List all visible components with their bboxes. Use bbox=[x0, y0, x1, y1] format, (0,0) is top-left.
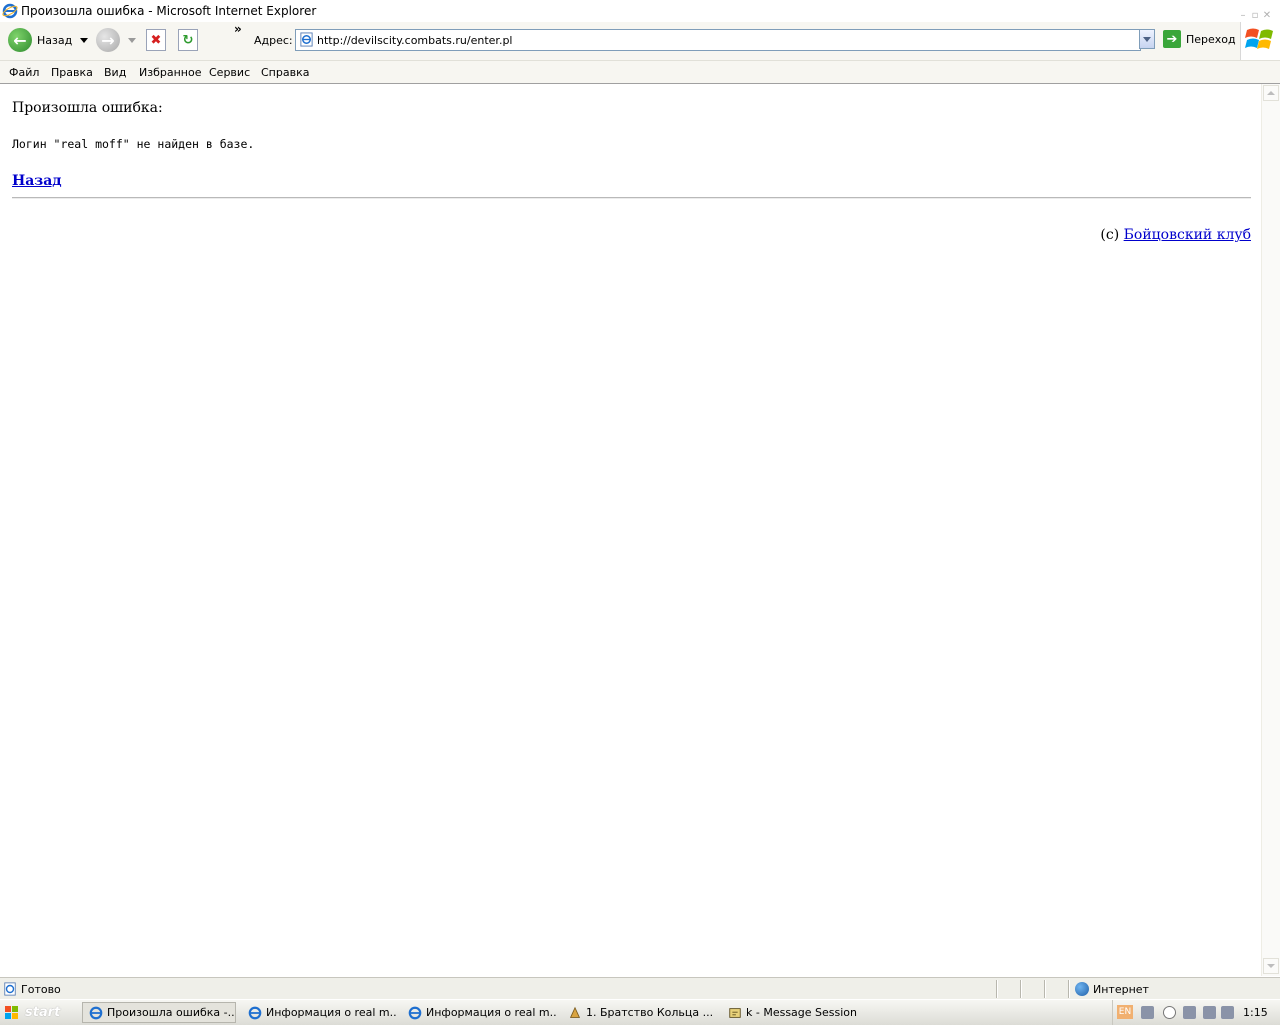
globe-icon bbox=[1075, 982, 1089, 996]
status-separator bbox=[996, 980, 998, 998]
taskbar-item[interactable]: Информация о real m... bbox=[402, 1002, 556, 1023]
address-label: Адрес: bbox=[254, 34, 293, 47]
copyright-link[interactable]: Бойцовский клуб bbox=[1124, 227, 1251, 243]
forward-button[interactable]: → bbox=[96, 28, 136, 52]
go-arrow-icon: ➔ bbox=[1163, 30, 1181, 48]
windows-logo bbox=[1240, 22, 1280, 60]
menu-bar: Файл Правка Вид Избранное Сервис Справка bbox=[0, 60, 1280, 84]
status-separator bbox=[1068, 980, 1070, 998]
chevron-down-icon bbox=[1267, 964, 1275, 968]
standard-toolbar: ← Назад → ✖ ↻ » Адрес: http://devilscity… bbox=[0, 22, 1240, 60]
back-button[interactable]: ← Назад bbox=[8, 28, 89, 52]
ie-icon bbox=[89, 1006, 103, 1019]
menu-help[interactable]: Справка bbox=[261, 66, 309, 79]
status-bar: Готово Интернет bbox=[0, 977, 1280, 1000]
error-heading: Произошла ошибка: bbox=[12, 100, 163, 116]
tray-icon[interactable] bbox=[1203, 1006, 1216, 1019]
menu-tools[interactable]: Сервис bbox=[209, 66, 250, 79]
status-separator bbox=[1044, 980, 1046, 998]
language-indicator[interactable]: EN bbox=[1117, 1005, 1133, 1019]
taskbar-item-label: Произошла ошибка -... bbox=[107, 1006, 236, 1019]
start-button[interactable]: start bbox=[0, 1000, 72, 1025]
chevron-down-icon bbox=[1143, 36, 1151, 42]
start-label: start bbox=[25, 1005, 61, 1020]
ie-icon bbox=[408, 1006, 422, 1019]
status-text: Готово bbox=[21, 983, 61, 996]
horizontal-rule bbox=[12, 197, 1251, 199]
scroll-down-button[interactable] bbox=[1263, 958, 1279, 974]
address-bar[interactable]: http://devilscity.combats.ru/enter.pl bbox=[295, 29, 1141, 51]
go-button[interactable]: ➔ Переход bbox=[1163, 30, 1236, 48]
menu-edit[interactable]: Правка bbox=[51, 66, 93, 79]
page-content: Произошла ошибка: Логин "real moff" не н… bbox=[1, 84, 1261, 976]
taskbar-item[interactable]: Произошла ошибка -... bbox=[82, 1002, 236, 1023]
tray-icon[interactable] bbox=[1141, 1006, 1154, 1019]
title-bar: Произошла ошибка - Microsoft Internet Ex… bbox=[0, 0, 1280, 23]
scroll-up-button[interactable] bbox=[1263, 85, 1279, 101]
taskbar-item-label: 1. Братство Кольца ... bbox=[586, 1006, 714, 1019]
message-session-icon bbox=[729, 1007, 741, 1018]
status-separator bbox=[1020, 980, 1022, 998]
ie-icon bbox=[2, 3, 18, 19]
toolbar-more-chevron[interactable]: » bbox=[234, 22, 242, 36]
taskbar-item[interactable]: 1. Братство Кольца ... bbox=[562, 1002, 716, 1023]
back-button-label: Назад bbox=[37, 33, 73, 47]
page-icon bbox=[4, 982, 16, 996]
ie-icon bbox=[248, 1006, 262, 1019]
menu-view[interactable]: Вид bbox=[104, 66, 126, 79]
error-message: Логин "real moff" не найден в базе. bbox=[12, 137, 255, 151]
copyright: (c) Бойцовский клуб bbox=[1100, 227, 1251, 243]
taskbar: start Произошла ошибка -... Информация о… bbox=[0, 999, 1280, 1025]
system-tray: EN 1:15 bbox=[1112, 1000, 1280, 1025]
window-title: Произошла ошибка - Microsoft Internet Ex… bbox=[21, 4, 317, 18]
address-dropdown-button[interactable] bbox=[1139, 29, 1155, 49]
taskbar-item-label: k - Message Session bbox=[746, 1006, 858, 1019]
go-button-label: Переход bbox=[1186, 32, 1236, 46]
windows-flag-icon bbox=[1245, 28, 1273, 49]
taskbar-item-label: Информация о real m... bbox=[266, 1006, 396, 1019]
maximize-button[interactable]: ▫ bbox=[1250, 10, 1260, 22]
security-zone: Интернет bbox=[1093, 983, 1149, 996]
forward-arrow-icon: → bbox=[96, 28, 120, 52]
tray-expand-icon[interactable] bbox=[1163, 1006, 1176, 1019]
copyright-prefix: (c) bbox=[1100, 227, 1124, 243]
refresh-icon: ↻ bbox=[178, 29, 198, 51]
network-icon[interactable] bbox=[1221, 1006, 1234, 1019]
forward-dropdown-icon[interactable] bbox=[128, 37, 136, 43]
page-icon bbox=[300, 32, 313, 47]
address-url: http://devilscity.combats.ru/enter.pl bbox=[317, 34, 513, 47]
minimize-button[interactable]: – bbox=[1238, 10, 1248, 22]
stop-button[interactable]: ✖ bbox=[146, 29, 166, 51]
network-icon[interactable] bbox=[1183, 1006, 1196, 1019]
refresh-button[interactable]: ↻ bbox=[178, 29, 198, 51]
taskbar-item[interactable]: Информация о real m... bbox=[242, 1002, 396, 1023]
menu-file[interactable]: Файл bbox=[9, 66, 39, 79]
app-icon bbox=[569, 1006, 581, 1018]
menu-favorites[interactable]: Избранное bbox=[139, 66, 201, 79]
taskbar-item-label: Информация о real m... bbox=[426, 1006, 556, 1019]
back-dropdown-icon[interactable] bbox=[80, 37, 89, 43]
windows-flag-icon bbox=[5, 1005, 18, 1019]
close-button[interactable]: ✕ bbox=[1262, 10, 1272, 22]
stop-icon: ✖ bbox=[146, 29, 166, 51]
clock: 1:15 bbox=[1243, 1006, 1268, 1019]
taskbar-item[interactable]: k - Message Session bbox=[722, 1002, 876, 1023]
vertical-scrollbar[interactable] bbox=[1261, 84, 1280, 976]
back-arrow-icon: ← bbox=[8, 28, 32, 52]
chevron-up-icon bbox=[1267, 91, 1275, 95]
window-controls: – ▫ ✕ bbox=[1236, 3, 1274, 21]
back-link[interactable]: Назад bbox=[12, 173, 62, 189]
